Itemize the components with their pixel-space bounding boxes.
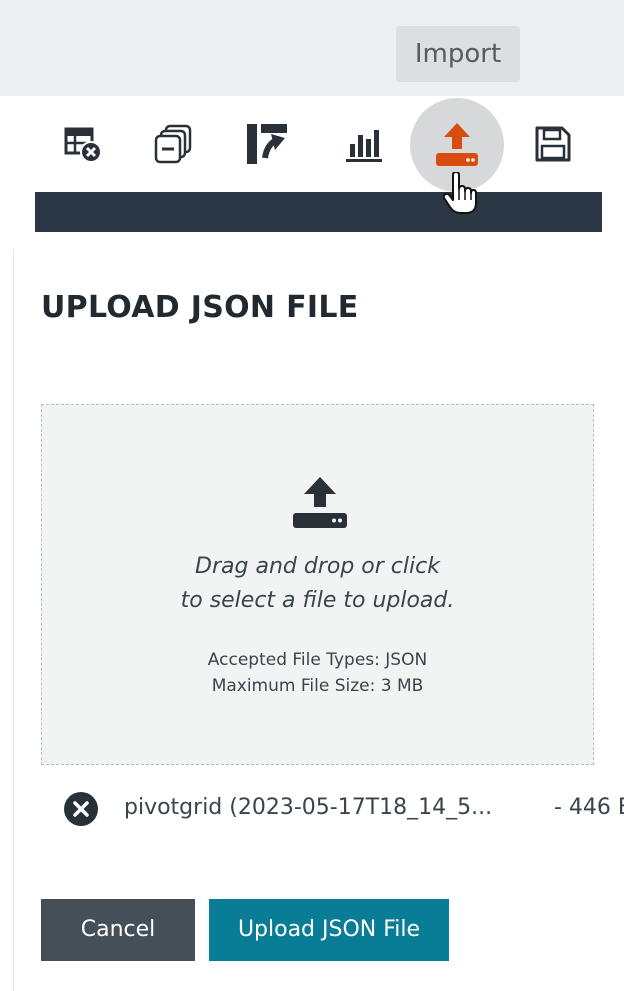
toolbar-underbar bbox=[35, 192, 602, 232]
import-icon bbox=[436, 123, 478, 166]
hand-cursor-icon bbox=[443, 172, 477, 214]
pivot-toolbar bbox=[35, 96, 602, 192]
collapse-all-icon bbox=[154, 124, 192, 164]
swap-axes-button[interactable] bbox=[218, 96, 314, 192]
chart-icon bbox=[346, 130, 382, 162]
file-name: pivotgrid (2023-05-17T18_14_5... bbox=[124, 795, 493, 820]
dropzone-instruction-2: to select a file to upload. bbox=[180, 588, 455, 613]
swap-axes-icon bbox=[247, 124, 287, 164]
remove-grid-button[interactable] bbox=[35, 96, 131, 192]
remove-file-button[interactable] bbox=[64, 792, 98, 826]
file-size: - 446 B bbox=[554, 795, 624, 820]
toolbar-header-area bbox=[0, 0, 624, 96]
maximum-file-size: Maximum File Size: 3 MB bbox=[211, 676, 424, 696]
import-tooltip: Import bbox=[396, 26, 520, 82]
chart-button[interactable] bbox=[316, 96, 412, 192]
collapse-all-button[interactable] bbox=[125, 96, 221, 192]
cancel-button[interactable]: Cancel bbox=[41, 899, 195, 961]
close-circle-icon bbox=[73, 801, 89, 817]
dropzone-instruction-1: Drag and drop or click bbox=[195, 554, 440, 579]
accepted-file-types: Accepted File Types: JSON bbox=[207, 650, 428, 670]
save-icon bbox=[535, 126, 571, 162]
upload-json-file-button[interactable]: Upload JSON File bbox=[209, 899, 449, 961]
upload-icon bbox=[293, 477, 347, 528]
dialog-title: UPLOAD JSON FILE bbox=[41, 290, 359, 325]
panel-divider bbox=[13, 250, 14, 991]
remove-grid-icon bbox=[64, 127, 102, 163]
save-button[interactable] bbox=[505, 96, 601, 192]
file-dropzone[interactable]: Drag and drop or click to select a file … bbox=[41, 404, 594, 765]
